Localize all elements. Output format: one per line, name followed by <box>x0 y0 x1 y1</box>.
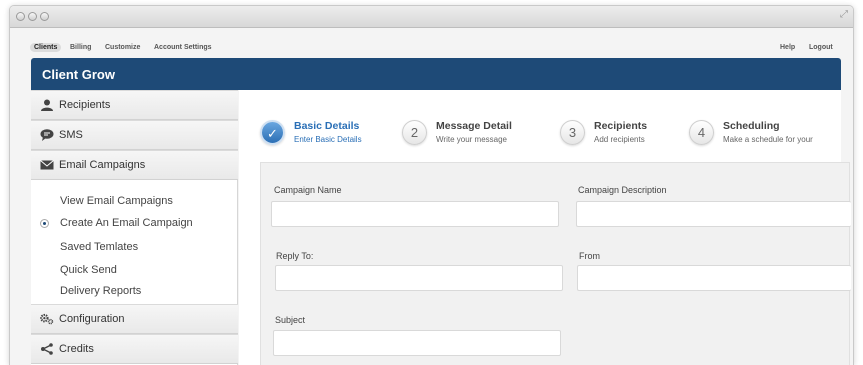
submenu-delivery-reports[interactable]: Delivery Reports <box>60 285 141 297</box>
step-1-title[interactable]: Basic Details <box>294 120 359 132</box>
zoom-dot[interactable] <box>40 12 49 21</box>
envelope-icon <box>40 160 54 170</box>
browser-window: ⤢ Clients Billing Customize Account Sett… <box>9 5 854 365</box>
sidebar-item-label: SMS <box>59 129 83 141</box>
from-label: From <box>579 251 600 261</box>
from-input[interactable] <box>577 265 851 291</box>
step-4-title[interactable]: Scheduling <box>723 120 780 132</box>
reply-to-label: Reply To: <box>276 251 314 261</box>
share-icon <box>41 343 53 355</box>
step-1-complete-indicator[interactable]: ✓ <box>260 120 285 145</box>
step-2-title[interactable]: Message Detail <box>436 120 512 132</box>
nav-clients[interactable]: Clients <box>30 43 62 52</box>
subject-label: Subject <box>275 315 306 325</box>
window-titlebar: ⤢ <box>10 6 853 28</box>
app-header-bar: Client Grow <box>31 58 841 90</box>
step-4-subtitle: Make a schedule for your <box>723 135 813 144</box>
nav-billing[interactable]: Billing <box>66 43 95 52</box>
campaign-form-panel: Campaign Name Campaign Description Reply… <box>260 162 851 365</box>
sidebar-item-credits[interactable]: Credits <box>31 334 238 364</box>
submenu-create-email-campaign[interactable]: Create An Email Campaign <box>60 217 193 229</box>
sidebar-item-configuration[interactable]: Configuration <box>31 304 238 334</box>
sidebar-item-label: Recipients <box>59 99 111 111</box>
main-content: ✓ Basic Details Enter Basic Details 2 Me… <box>239 90 851 365</box>
expand-arrows-icon[interactable]: ⤢ <box>840 9 848 20</box>
submenu-view-email-campaigns[interactable]: View Email Campaigns <box>60 195 173 207</box>
sidebar: Recipients SMS Email Campaigns View Emai… <box>31 90 238 365</box>
submenu-quick-send[interactable]: Quick Send <box>60 264 117 276</box>
top-navigation: Clients Billing Customize Account Settin… <box>10 28 853 58</box>
user-icon <box>41 99 53 111</box>
step-2-subtitle: Write your message <box>436 135 507 144</box>
step-3-subtitle: Add recipients <box>594 135 645 144</box>
campaign-description-label: Campaign Description <box>578 185 667 195</box>
step-2-indicator[interactable]: 2 <box>402 120 427 145</box>
step-3-title[interactable]: Recipients <box>594 120 647 132</box>
sidebar-item-sms[interactable]: SMS <box>31 120 238 150</box>
subject-input[interactable] <box>273 330 561 356</box>
sidebar-item-label: Configuration <box>59 313 125 325</box>
reply-to-input[interactable] <box>275 265 563 291</box>
step-4-indicator[interactable]: 4 <box>689 120 714 145</box>
sidebar-item-recipients[interactable]: Recipients <box>31 90 238 120</box>
step-3-indicator[interactable]: 3 <box>560 120 585 145</box>
sidebar-item-label: Credits <box>59 343 94 355</box>
sidebar-item-email-campaigns[interactable]: Email Campaigns <box>31 150 238 180</box>
gears-icon <box>40 313 54 325</box>
selected-radio-icon <box>40 219 49 228</box>
nav-help[interactable]: Help <box>776 43 799 52</box>
app-title: Client Grow <box>42 67 115 82</box>
close-dot[interactable] <box>16 12 25 21</box>
minimize-dot[interactable] <box>28 12 37 21</box>
chat-bubble-icon <box>40 129 54 141</box>
step-1-subtitle: Enter Basic Details <box>294 135 362 144</box>
submenu-saved-templates[interactable]: Saved Temlates <box>60 241 138 253</box>
campaign-description-input[interactable] <box>576 201 851 227</box>
campaign-name-input[interactable] <box>271 201 559 227</box>
sidebar-item-label: Email Campaigns <box>59 159 146 171</box>
campaign-name-label: Campaign Name <box>274 185 342 195</box>
nav-customize[interactable]: Customize <box>101 43 144 52</box>
nav-account-settings[interactable]: Account Settings <box>150 43 216 52</box>
nav-logout[interactable]: Logout <box>805 43 837 52</box>
